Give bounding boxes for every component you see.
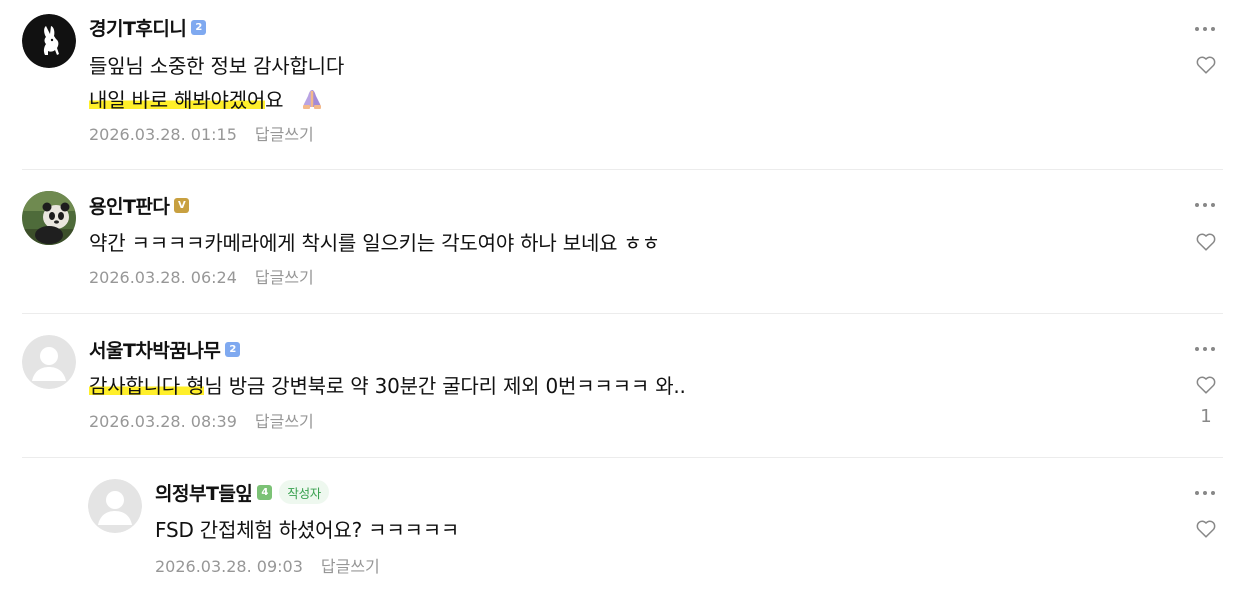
level-badge: V bbox=[174, 197, 190, 213]
level-badge: 4 bbox=[257, 484, 273, 500]
comment-date: 2026.03.28. 01:15 bbox=[89, 125, 237, 144]
reply-button[interactable]: 답글쓰기 bbox=[321, 557, 380, 577]
author-name[interactable]: 서울T차박꿈나무 bbox=[89, 336, 221, 363]
more-icon-dot bbox=[1203, 491, 1207, 495]
more-icon bbox=[1195, 27, 1199, 31]
default-avatar-icon bbox=[22, 335, 76, 389]
author-name[interactable]: 의정부T들잎 bbox=[155, 479, 253, 506]
more-icon bbox=[1195, 203, 1199, 207]
heart-icon[interactable] bbox=[1195, 54, 1217, 76]
reply-button[interactable]: 답글쓰기 bbox=[255, 412, 314, 432]
avatar[interactable] bbox=[88, 479, 142, 533]
divider bbox=[22, 169, 1223, 170]
more-icon-dot bbox=[1211, 27, 1215, 31]
more-icon-dot bbox=[1203, 347, 1207, 351]
reply-button[interactable]: 답글쓰기 bbox=[255, 268, 314, 288]
more-options-button[interactable] bbox=[1193, 486, 1217, 500]
comment-text-rest: 님 방금 강변북로 약 30분간 굴다리 제외 0번ㅋㅋㅋㅋ 와.. bbox=[204, 374, 686, 398]
more-icon-dot bbox=[1211, 491, 1215, 495]
comment-text-line: 들잎님 소중한 정보 감사합니다 bbox=[89, 54, 345, 78]
author-name[interactable]: 용인T판다 bbox=[89, 192, 170, 219]
more-icon-dot bbox=[1203, 27, 1207, 31]
heart-icon[interactable] bbox=[1195, 231, 1217, 253]
default-avatar-icon bbox=[88, 479, 142, 533]
author-tag: 작성자 bbox=[279, 480, 329, 504]
divider bbox=[22, 457, 1223, 458]
highlighted-text: 감사합니다 형 bbox=[89, 374, 205, 398]
avatar[interactable] bbox=[22, 191, 76, 245]
reply-button[interactable]: 답글쓰기 bbox=[255, 125, 314, 145]
divider bbox=[22, 313, 1223, 314]
comment-text: 들잎님 소중한 정보 감사합니다 bbox=[89, 53, 344, 79]
more-options-button[interactable] bbox=[1193, 342, 1217, 356]
prayer-hands-emoji-icon bbox=[300, 87, 324, 115]
heart-icon[interactable] bbox=[1195, 518, 1217, 540]
avatar[interactable] bbox=[22, 14, 76, 68]
playboy-bunny-avatar-icon bbox=[22, 14, 76, 68]
level-badge: 2 bbox=[225, 341, 241, 357]
more-icon-dot bbox=[1203, 203, 1207, 207]
comment-text: 약간 ㅋㅋㅋㅋ카메라에게 착시를 일으키는 각도여야 하나 보네요 ㅎㅎ bbox=[89, 231, 660, 255]
comment-text: 감사합니다 형님 방금 강변북로 약 30분간 굴다리 제외 0번ㅋㅋㅋㅋ 와.… bbox=[89, 373, 686, 399]
level-badge: 2 bbox=[191, 19, 207, 35]
highlighted-text: 내일 바로 해봐야겠어 bbox=[89, 88, 266, 112]
comment-text-rest: 요 bbox=[265, 88, 284, 112]
more-options-button[interactable] bbox=[1193, 22, 1217, 36]
like-count: 1 bbox=[1200, 406, 1212, 427]
more-icon bbox=[1195, 347, 1199, 351]
more-icon-dot bbox=[1211, 203, 1215, 207]
more-icon bbox=[1195, 491, 1199, 495]
comment-date: 2026.03.28. 08:39 bbox=[89, 412, 237, 431]
author-name[interactable]: 경기T후디니 bbox=[89, 14, 187, 41]
comment-text: 내일 바로 해봐야겠어요 bbox=[89, 87, 324, 115]
comment-text: FSD 간접체험 하셨어요? ㅋㅋㅋㅋㅋ bbox=[155, 518, 460, 542]
avatar[interactable] bbox=[22, 335, 76, 389]
comment-date: 2026.03.28. 06:24 bbox=[89, 268, 237, 287]
comment-date: 2026.03.28. 09:03 bbox=[155, 557, 303, 576]
more-options-button[interactable] bbox=[1193, 198, 1217, 212]
more-icon-dot bbox=[1211, 347, 1215, 351]
heart-icon[interactable] bbox=[1195, 374, 1217, 396]
panda-avatar-icon bbox=[22, 191, 76, 245]
